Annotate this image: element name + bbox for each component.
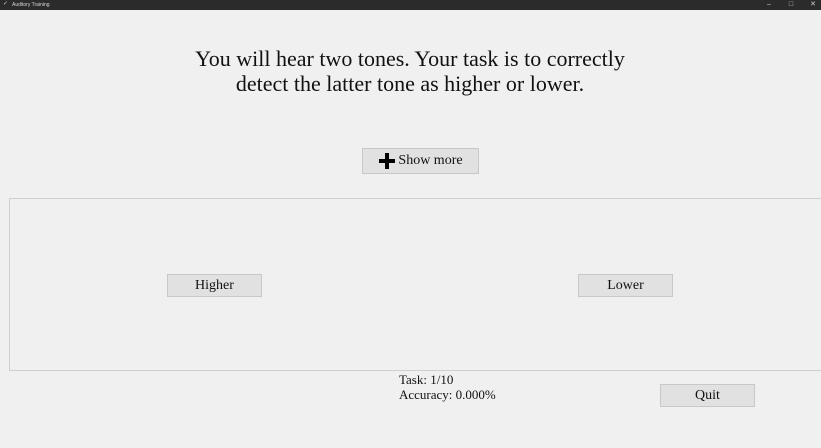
- instruction-line-2: detect the latter tone as higher or lowe…: [235, 71, 585, 96]
- instruction-line-1: You will hear two tones. Your task is to…: [195, 46, 625, 71]
- maximize-icon[interactable]: □: [784, 0, 798, 10]
- plus-icon: [378, 152, 396, 170]
- higher-button[interactable]: Higher: [167, 274, 262, 297]
- lower-button[interactable]: Lower: [578, 274, 673, 297]
- task-counter: Task: 1/10: [399, 372, 454, 387]
- close-icon[interactable]: ✕: [806, 0, 820, 10]
- answer-panel: [9, 198, 821, 371]
- instruction-text: You will hear two tones. Your task is to…: [110, 46, 710, 96]
- window-title: Auditory Training: [12, 2, 50, 8]
- app-icon: ✓: [3, 1, 9, 7]
- status-panel: Task: 1/10 Accuracy: 0.000%: [399, 372, 496, 402]
- accuracy-readout: Accuracy: 0.000%: [399, 387, 496, 402]
- minimize-icon[interactable]: –: [762, 0, 776, 10]
- quit-button[interactable]: Quit: [660, 384, 755, 407]
- show-more-label: Show more: [398, 153, 463, 168]
- title-bar: ✓ Auditory Training – □ ✕: [0, 0, 821, 10]
- app-window: ✓ Auditory Training – □ ✕ You will hear …: [0, 0, 821, 448]
- show-more-button[interactable]: Show more: [362, 148, 479, 174]
